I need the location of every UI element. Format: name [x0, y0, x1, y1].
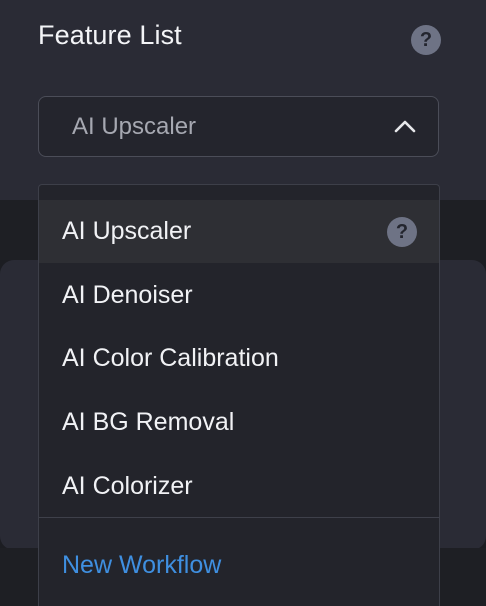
feature-list-panel: Feature List ? AI Upscaler	[0, 0, 486, 200]
feature-select[interactable]: AI Upscaler	[38, 96, 439, 157]
menu-item-label: AI Color Calibration	[62, 344, 279, 372]
menu-item-label: AI Upscaler	[62, 217, 192, 245]
menu-item-label: AI BG Removal	[62, 408, 235, 436]
menu-item-label: AI Denoiser	[62, 281, 193, 309]
menu-item-ai-denoiser[interactable]: AI Denoiser	[39, 264, 439, 327]
menu-item-ai-upscaler[interactable]: AI Upscaler ?	[39, 200, 439, 263]
feature-dropdown-menu: AI Upscaler ? AI Denoiser AI Color Calib…	[38, 184, 440, 606]
menu-item-ai-color-calibration[interactable]: AI Color Calibration	[39, 327, 439, 390]
menu-divider	[39, 517, 439, 518]
help-icon[interactable]: ?	[411, 25, 441, 55]
help-icon[interactable]: ?	[387, 217, 417, 247]
panel-title: Feature List	[38, 20, 182, 50]
menu-item-ai-colorizer[interactable]: AI Colorizer	[39, 455, 439, 518]
new-workflow-link[interactable]: New Workflow	[62, 551, 221, 580]
chevron-up-icon	[394, 120, 416, 133]
menu-item-ai-bg-removal[interactable]: AI BG Removal	[39, 391, 439, 454]
menu-item-label: AI Colorizer	[62, 472, 193, 500]
feature-select-value: AI Upscaler	[72, 113, 197, 140]
